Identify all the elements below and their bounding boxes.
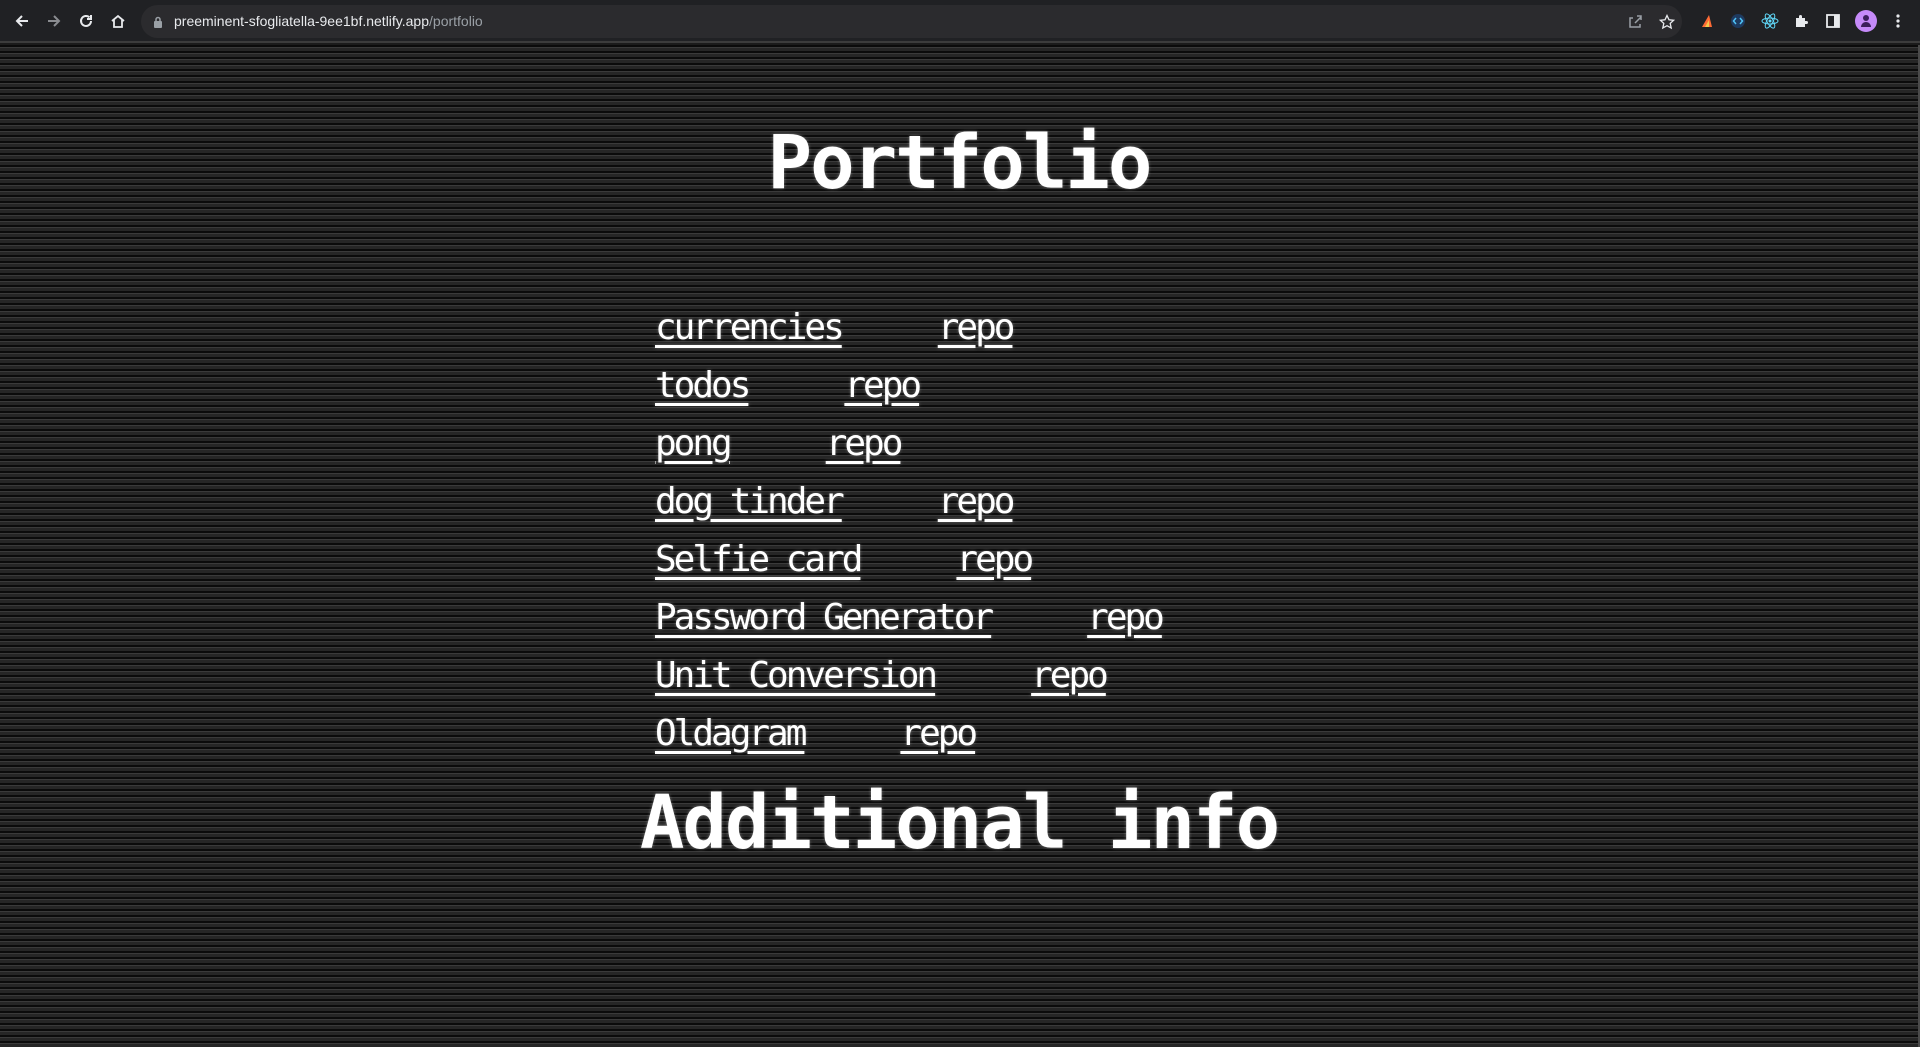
back-arrow-icon[interactable] [11,10,33,32]
project-link-dog-tinder[interactable]: dog tinder [655,481,845,522]
extension-orange-icon[interactable] [1697,11,1717,31]
project-link-selfie-card[interactable]: Selfie card [655,539,863,580]
puzzle-icon[interactable] [1791,11,1811,31]
repo-link-oldagram[interactable]: repo [900,713,978,754]
project-link-oldagram[interactable]: Oldagram [655,713,807,754]
project-link-password-generator[interactable]: Password Generator [655,597,994,638]
address-bar[interactable]: preeminent-sfogliatella-9ee1bf.netlify.a… [141,5,1682,38]
project-list: currencies repo todos repo pong repo dog… [655,307,1355,771]
project-item: currencies repo [655,307,1355,365]
project-item: dog tinder repo [655,481,1355,539]
repo-link-selfie-card[interactable]: repo [956,539,1034,580]
repo-link-todos[interactable]: repo [844,365,922,406]
project-link-pong[interactable]: pong [655,423,733,464]
repo-link-password-generator[interactable]: repo [1087,597,1165,638]
project-item: Unit Conversion repo [655,655,1355,713]
project-link-unit-conversion[interactable]: Unit Conversion [655,655,938,696]
project-item: todos repo [655,365,1355,423]
repo-link-currencies[interactable]: repo [938,307,1016,348]
project-item: pong repo [655,423,1355,481]
repo-link-dog-tinder[interactable]: repo [938,481,1016,522]
repo-link-pong[interactable]: repo [826,423,904,464]
lock-icon[interactable] [153,14,163,33]
forward-arrow-icon[interactable] [43,10,65,32]
home-icon[interactable] [107,10,129,32]
project-link-todos[interactable]: todos [655,365,751,406]
react-devtools-icon[interactable] [1760,11,1780,31]
project-item: Selfie card repo [655,539,1355,597]
share-icon[interactable] [1625,12,1645,32]
page-title: Portfolio [767,120,1153,206]
project-link-currencies[interactable]: currencies [655,307,845,348]
url-text[interactable]: preeminent-sfogliatella-9ee1bf.netlify.a… [174,13,483,29]
kebab-menu-icon[interactable] [1888,11,1908,31]
project-item: Password Generator repo [655,597,1355,655]
additional-info-heading: Additional info [639,780,1280,866]
repo-link-unit-conversion[interactable]: repo [1031,655,1109,696]
code-extension-icon[interactable] [1728,11,1748,31]
side-panel-icon[interactable] [1823,11,1843,31]
browser-toolbar: preeminent-sfogliatella-9ee1bf.netlify.a… [0,0,1920,43]
reload-icon[interactable] [75,10,97,32]
project-item: Oldagram repo [655,713,1355,771]
star-icon[interactable] [1657,12,1677,32]
profile-avatar[interactable] [1855,10,1877,32]
page-body: Portfolio currencies repo todos repo pon… [0,45,1918,1047]
